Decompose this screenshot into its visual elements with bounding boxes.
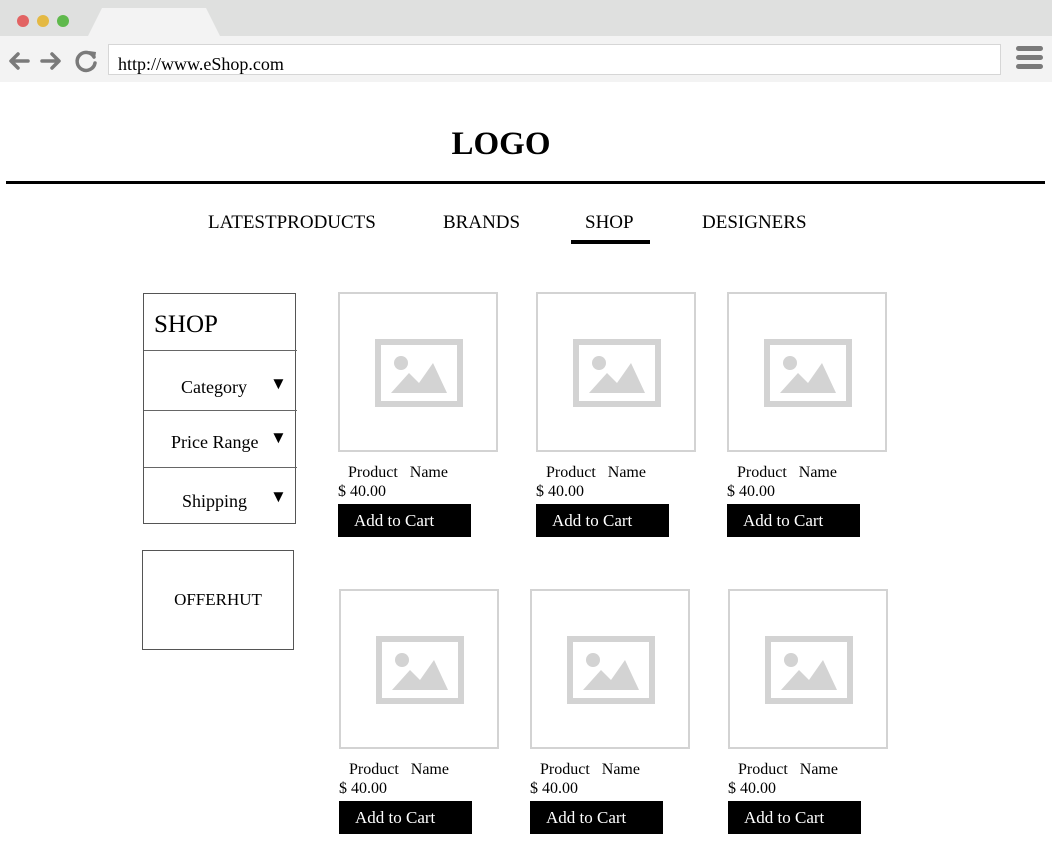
image-placeholder-icon [573,339,661,407]
browser-title-bar [0,0,1052,36]
nav-latest-products[interactable]: LATESTPRODUCTS [208,212,376,234]
product-price: $ 40.00 [339,780,387,797]
shop-filter-panel: SHOP Category ▼ Price Range ▼ Shipping ▼ [143,293,297,524]
product-card: Product Name $ 40.00 Add to Cart [728,589,888,834]
hamburger-menu-icon[interactable] [1016,44,1044,72]
close-window-icon[interactable] [17,15,29,27]
product-price: $ 40.00 [536,483,584,500]
image-placeholder-icon [375,339,463,407]
product-card: Product Name $ 40.00 Add to Cart [536,292,696,537]
add-to-cart-button[interactable]: Add to Cart [536,504,669,537]
image-placeholder-icon [764,339,852,407]
triangle-down-icon[interactable]: ▼ [270,429,287,447]
product-name[interactable]: Product Name [540,761,640,779]
minimize-window-icon[interactable] [37,15,49,27]
add-to-cart-button[interactable]: Add to Cart [727,504,860,537]
image-placeholder-icon [567,636,655,704]
nav-brands[interactable]: BRANDS [443,212,520,234]
product-name[interactable]: Product Name [737,464,837,482]
sidebar-divider [144,467,297,468]
product-name[interactable]: Product Name [738,761,838,779]
product-image[interactable] [339,589,499,749]
product-name[interactable]: Product Name [546,464,646,482]
product-name[interactable]: Product Name [349,761,449,779]
product-card: Product Name $ 40.00 Add to Cart [530,589,690,834]
add-to-cart-button[interactable]: Add to Cart [338,504,471,537]
product-price: $ 40.00 [727,483,775,500]
product-image[interactable] [338,292,498,452]
triangle-down-icon[interactable]: ▼ [270,375,287,393]
reload-icon[interactable] [73,48,99,74]
filter-price-range[interactable]: Price Range [171,432,258,452]
offerhut-box[interactable]: OFFERHUT [142,550,294,650]
sidebar-divider [144,350,297,351]
product-card: Product Name $ 40.00 Add to Cart [339,589,499,834]
header-divider [6,181,1045,184]
sidebar-title: SHOP [154,311,218,338]
address-bar-url: http://www.eShop.com [118,54,284,74]
sidebar-divider [144,410,297,411]
product-image[interactable] [536,292,696,452]
filter-shipping[interactable]: Shipping [182,491,247,511]
product-card: Product Name $ 40.00 Add to Cart [338,292,498,537]
add-to-cart-button[interactable]: Add to Cart [530,801,663,834]
forward-arrow-icon[interactable] [38,48,64,74]
product-image[interactable] [728,589,888,749]
nav-active-indicator [571,240,650,244]
product-image[interactable] [530,589,690,749]
triangle-down-icon[interactable]: ▼ [270,488,287,506]
nav-designers[interactable]: DESIGNERS [702,212,807,234]
image-placeholder-icon [376,636,464,704]
address-bar[interactable]: http://www.eShop.com [108,44,1001,75]
product-image[interactable] [727,292,887,452]
product-price: $ 40.00 [530,780,578,797]
filter-category[interactable]: Category [181,377,247,397]
site-logo[interactable]: LOGO [0,124,1002,164]
product-price: $ 40.00 [338,483,386,500]
product-price: $ 40.00 [728,780,776,797]
product-card: Product Name $ 40.00 Add to Cart [727,292,887,537]
add-to-cart-button[interactable]: Add to Cart [339,801,472,834]
add-to-cart-button[interactable]: Add to Cart [728,801,861,834]
back-arrow-icon[interactable] [6,48,32,74]
maximize-window-icon[interactable] [57,15,69,27]
nav-shop[interactable]: SHOP [585,212,634,234]
browser-tab[interactable] [88,8,220,36]
product-name[interactable]: Product Name [348,464,448,482]
image-placeholder-icon [765,636,853,704]
